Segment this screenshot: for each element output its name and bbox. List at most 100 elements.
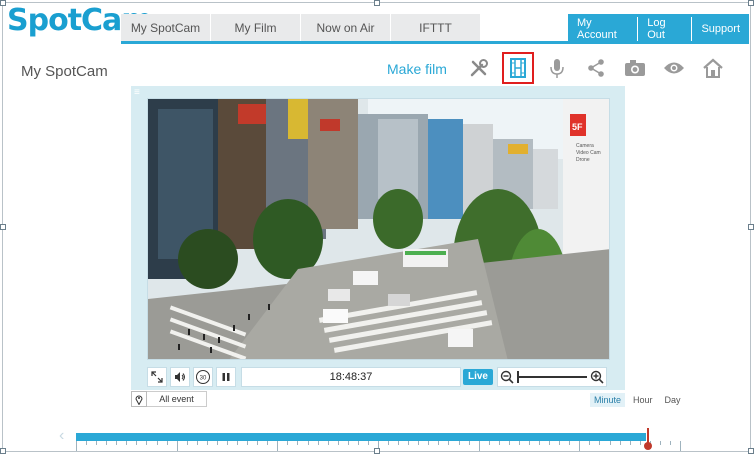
street-scene-image: 5F Camera Video Cam Drone: [148, 99, 609, 359]
fullscreen-icon: [151, 370, 163, 383]
timeline-tick: [630, 441, 631, 445]
zoom-control: [497, 366, 607, 387]
timeline-tick: [438, 441, 439, 445]
tools-icon: [470, 59, 488, 77]
timeline-tick: [237, 441, 238, 445]
timeline-tick: [680, 441, 681, 451]
tab-now-on-air[interactable]: Now on Air: [301, 14, 391, 41]
timeline-tick: [197, 441, 198, 445]
timeline-prev-icon[interactable]: ‹: [59, 427, 64, 445]
timeline-tick: [217, 441, 218, 445]
timeline-tick: [640, 441, 641, 445]
timeline-tick: [177, 441, 178, 451]
timeline-tick: [368, 441, 369, 445]
zoom-out-icon[interactable]: [500, 370, 514, 384]
playhead-icon: [644, 428, 652, 450]
timeline-tick: [529, 441, 530, 445]
sign-5f: 5F: [572, 122, 583, 132]
share-icon: [588, 59, 604, 77]
location-pin-icon: [135, 395, 143, 405]
timeline-tick: [318, 441, 319, 445]
timeline-tick: [579, 441, 580, 451]
player-controls: 30 18:48:37 Live: [147, 366, 614, 387]
eye-icon: [664, 62, 684, 74]
zoom-slider[interactable]: [517, 370, 587, 383]
sign-line-drone: Drone: [576, 157, 590, 163]
account-bar: My Account Log Out Support: [568, 14, 749, 44]
timeline-tick: [287, 441, 288, 445]
resize-handle-top-right[interactable]: [748, 0, 754, 6]
timeline-tick: [549, 441, 550, 445]
tab-my-spotcam[interactable]: My SpotCam: [121, 14, 211, 41]
timeline-tick: [428, 441, 429, 445]
live-video-feed[interactable]: 5F Camera Video Cam Drone: [147, 98, 610, 360]
timeline-tick: [559, 441, 560, 445]
rewind-seconds: 30: [200, 375, 207, 381]
timeline-recording-bar[interactable]: [76, 433, 646, 441]
timeline-tick: [136, 441, 137, 445]
timeline-tick: [569, 441, 570, 445]
microphone-button[interactable]: [541, 52, 573, 84]
resize-handle-left[interactable]: [0, 224, 6, 230]
my-account-link[interactable]: My Account: [568, 17, 639, 41]
timeline-tick: [338, 441, 339, 445]
page-title: My SpotCam: [21, 63, 108, 80]
timeline-tick: [408, 441, 409, 445]
scale-minute[interactable]: Minute: [590, 393, 626, 407]
event-pin-button[interactable]: [131, 391, 147, 407]
timeline-tick: [328, 441, 329, 445]
support-link[interactable]: Support: [692, 23, 749, 35]
film-icon: [510, 58, 526, 78]
scale-day[interactable]: Day: [661, 393, 685, 407]
timeline-tick: [509, 441, 510, 445]
live-button[interactable]: Live: [463, 368, 493, 385]
home-button[interactable]: [697, 52, 729, 84]
timeline-tick: [267, 441, 268, 445]
resize-handle-top-left[interactable]: [0, 0, 6, 6]
timeline-tick: [489, 441, 490, 445]
tools-button[interactable]: [463, 52, 495, 84]
resize-handle-right[interactable]: [748, 224, 754, 230]
zoom-in-icon[interactable]: [590, 370, 604, 384]
timeline-tick: [146, 441, 147, 445]
timeline-tick: [448, 441, 449, 445]
view-button[interactable]: [658, 52, 690, 84]
timeline-tick: [187, 441, 188, 445]
resize-handle-bottom[interactable]: [374, 448, 380, 454]
resize-handle-top[interactable]: [374, 0, 380, 6]
log-out-link[interactable]: Log Out: [638, 17, 693, 41]
tab-ifttt[interactable]: IFTTT: [391, 14, 481, 41]
home-icon: [703, 58, 723, 78]
fullscreen-button[interactable]: [147, 366, 167, 387]
timeline-tick: [610, 441, 611, 445]
volume-button[interactable]: [170, 366, 190, 387]
rewind-30-button[interactable]: 30: [193, 366, 213, 387]
timeline-tick: [539, 441, 540, 445]
zoom-slider-handle[interactable]: [517, 370, 519, 383]
timeline-tick: [167, 441, 168, 445]
film-button[interactable]: [502, 52, 534, 84]
snapshot-button[interactable]: [619, 52, 651, 84]
timeline-tick: [247, 441, 248, 445]
resize-handle-bottom-right[interactable]: [748, 448, 754, 454]
timeline-tick: [418, 441, 419, 445]
timeline-tick: [670, 441, 671, 445]
all-event-dropdown[interactable]: All event: [147, 391, 207, 407]
menu-icon[interactable]: ≡: [134, 87, 140, 98]
timeline-tick: [126, 441, 127, 445]
timeline-tick: [116, 441, 117, 445]
timeline-tick: [257, 441, 258, 445]
timeline-playhead[interactable]: [644, 428, 652, 454]
scale-hour[interactable]: Hour: [629, 393, 657, 407]
timeline-tick: [207, 441, 208, 445]
volume-icon: [175, 371, 185, 382]
current-time: 18:48:37: [241, 366, 461, 387]
resize-handle-bottom-left[interactable]: [0, 448, 6, 454]
share-button[interactable]: [580, 52, 612, 84]
pause-button[interactable]: [216, 366, 236, 387]
timeline-tick: [479, 441, 480, 451]
make-film-link[interactable]: Make film: [387, 61, 447, 77]
timeline-tick: [86, 441, 87, 445]
timeline-tick: [358, 441, 359, 445]
tab-my-film[interactable]: My Film: [211, 14, 301, 41]
